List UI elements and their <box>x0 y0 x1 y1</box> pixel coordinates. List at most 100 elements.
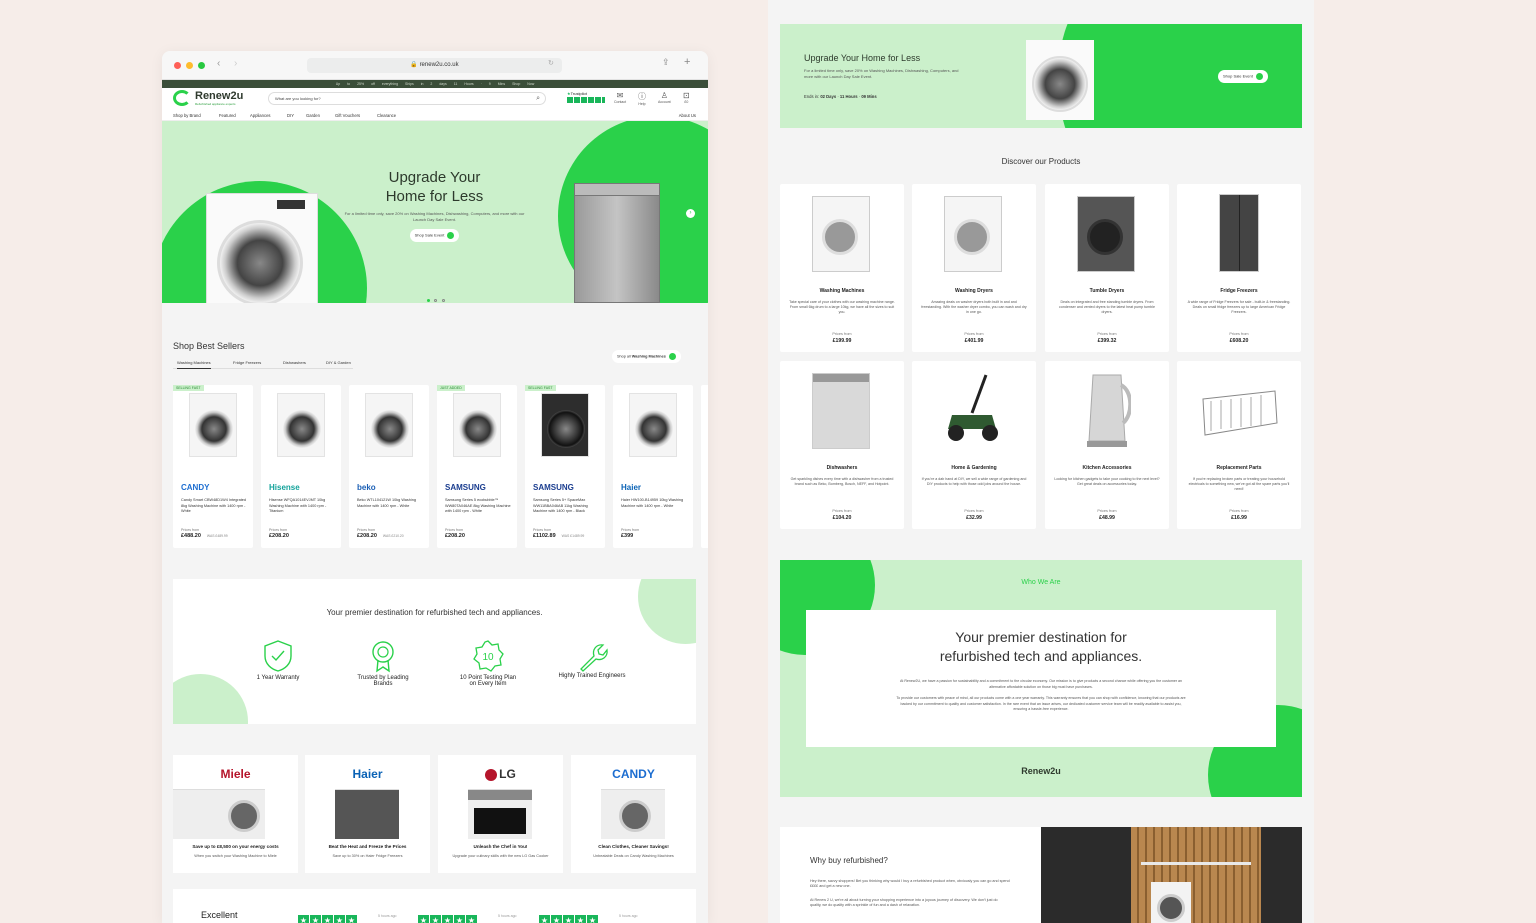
forward-icon[interactable]: › <box>234 58 237 69</box>
product-brand: Haier <box>621 483 642 492</box>
countdown-hours: 11 Hours <box>839 94 858 99</box>
product-card[interactable]: JUST ADDED SAMSUNG Samsung Series 5 ecobub… <box>437 385 517 548</box>
tab-diy-garden[interactable]: DIY & Garden <box>326 360 351 365</box>
carousel-dot[interactable] <box>434 299 438 302</box>
category-price-label: Prices from <box>964 332 984 336</box>
hero-text-block: Upgrade Your Home for Less For a limited… <box>342 168 527 242</box>
dish-rack-image <box>1202 390 1278 436</box>
category-card[interactable]: Home & Gardening If you're a dab hand at … <box>912 361 1036 529</box>
who-logo: Renew2u <box>1021 766 1061 776</box>
product-title[interactable]: Hisense WFQA1014EVJMT 10kg Washing Machi… <box>269 498 335 515</box>
minimize-window-button[interactable] <box>186 62 193 69</box>
contact-link[interactable]: ✉ Contact <box>614 91 626 104</box>
star-icon: ★ <box>587 915 598 923</box>
star-icon: ★ <box>466 915 477 923</box>
reload-icon[interactable]: ↻ <box>548 59 554 67</box>
category-card[interactable]: Replacement Parts If you're replacing bro… <box>1177 361 1301 529</box>
brand-promo-card[interactable]: Haier Beat the Heat and Freeze the Prices… <box>305 755 430 873</box>
category-description: A wide range of Fridge Freezers for sale… <box>1187 300 1291 315</box>
search-icon[interactable]: ⌕ <box>536 93 540 104</box>
product-card[interactable]: Haier Haier HW100-B14959 10kg Washing Mac… <box>613 385 693 548</box>
product-price: £208.20 <box>445 533 465 539</box>
product-was-price: WAS £210.20 <box>382 534 404 538</box>
logo-text[interactable]: Renew2u <box>195 90 243 102</box>
share-icon[interactable]: ⇪ <box>662 57 670 68</box>
logo-icon[interactable] <box>173 90 191 106</box>
help-link[interactable]: ⓘ Help <box>638 91 646 106</box>
product-price-label: Prices from <box>621 528 640 532</box>
product-title[interactable]: Samsung Series 5 ecobubble™ WW80TA046AE … <box>445 498 511 515</box>
star-icon: ★ <box>539 915 550 923</box>
product-card[interactable]: SELLING FAST SAMSUNG Samsung Series 5+ Spa… <box>525 385 605 548</box>
nav-about-us[interactable]: About Us <box>679 113 696 118</box>
promo-cta-button[interactable]: Shop Sale Event <box>1218 70 1268 83</box>
tab-dishwashers[interactable]: Dishwashers <box>283 360 306 365</box>
carousel-dot[interactable] <box>441 299 445 302</box>
new-tab-icon[interactable]: + <box>684 56 690 68</box>
announcement-timer: 11 Hours · 9 Mins <box>453 82 506 86</box>
close-window-button[interactable] <box>174 62 181 69</box>
basket-link[interactable]: ⊡ £0 <box>683 91 690 104</box>
product-card[interactable]: SELLING FAST CANDY Candy Smart CBW48D1W4 I… <box>173 385 253 548</box>
who-card: Your premier destination for refurbished… <box>806 610 1276 747</box>
back-icon[interactable]: ‹ <box>217 58 220 69</box>
product-card[interactable]: Hisense Hisense WFQA1014EVJMT 10kg Washin… <box>261 385 341 548</box>
category-description: Take special care of your clothes with o… <box>789 300 895 315</box>
review-stars-1: ★ ★ ★ ★ ★ <box>298 910 358 923</box>
tab-fridge-freezers[interactable]: Fridge Freezers <box>233 360 261 365</box>
hero-cta-button[interactable]: Shop Sale Event <box>409 229 460 242</box>
brand-name: CANDY <box>612 767 655 781</box>
brand-promo-card[interactable]: LG Unleash the Chef in You! Upgrade your c… <box>438 755 563 873</box>
tab-washing-machines[interactable]: Washing Machines <box>177 360 211 369</box>
brand-promo-title: Unleash the Chef in You! <box>473 844 528 849</box>
category-card[interactable]: Washing Machines Take special care of you… <box>780 184 904 352</box>
basket-icon: ⊡ <box>683 91 690 100</box>
announcement-info: Ships in 2 days <box>405 82 447 86</box>
lawnmower-image <box>948 374 998 441</box>
nav-diy[interactable]: DIY <box>287 113 294 118</box>
shield-check-icon <box>264 640 292 672</box>
category-card[interactable]: Washing Dryers Amazing deals on washer dr… <box>912 184 1036 352</box>
product-image <box>541 393 589 457</box>
category-card[interactable]: Tumble Dryers Deals on integrated and fre… <box>1045 184 1169 352</box>
category-price: £104.20 <box>832 515 852 521</box>
address-bar[interactable]: 🔒 renew2u.co.uk <box>307 58 562 73</box>
trustpilot-widget[interactable]: ★Trustpilot <box>567 91 605 103</box>
nav-garden[interactable]: Garden <box>306 113 320 118</box>
product-title[interactable]: Beko WTL104121W 10kg Washing Machine wit… <box>357 498 423 509</box>
category-card[interactable]: Dishwashers Get sparkling dishes every ti… <box>780 361 904 529</box>
product-card[interactable]: beko Beko WTL104121W 10kg Washing Machine… <box>349 385 429 548</box>
brand-promo-card[interactable]: CANDY Clean Clothes, Cleaner Savings! Unbe… <box>571 755 696 873</box>
product-card-partial[interactable] <box>701 385 708 548</box>
countdown-label: Ends in: <box>804 94 820 99</box>
category-price: £399.32 <box>1097 338 1117 344</box>
nav-shop-by-brand[interactable]: Shop by Brand <box>173 113 201 118</box>
category-card[interactable]: Fridge Freezers A wide range of Fridge Fr… <box>1177 184 1301 352</box>
carousel-dot-active[interactable] <box>427 299 430 302</box>
nav-appliances[interactable]: Appliances <box>250 113 271 118</box>
shelf <box>1141 862 1251 865</box>
category-product-image <box>1077 196 1135 272</box>
account-link[interactable]: ♙ Account <box>658 91 671 104</box>
nav-gift-vouchers[interactable]: Gift Vouchers <box>335 113 360 118</box>
product-price-value: £208.20 <box>269 533 289 539</box>
product-title[interactable]: Haier HW100-B14959 10kg Washing Machine … <box>621 498 687 509</box>
shop-all-button[interactable]: Shop all Washing Machines <box>612 350 681 363</box>
category-card[interactable]: Kitchen Accessories Looking for kitchen g… <box>1045 361 1169 529</box>
category-name: Washing Machines <box>819 288 865 294</box>
best-sellers-title: Shop Best Sellers <box>173 341 245 351</box>
announcement-cta[interactable]: Shop Now <box>512 82 534 86</box>
why-paragraph-2: At Renew 2 U, we're all about turning yo… <box>810 898 998 908</box>
nav-featured[interactable]: Featured <box>219 113 236 118</box>
category-price: £401.99 <box>964 338 984 344</box>
search-input[interactable]: What are you looking for? ⌕ <box>268 92 546 105</box>
brand-promo-card[interactable]: Miele Save up to £8,500 on your energy co… <box>173 755 298 873</box>
product-title[interactable]: Candy Smart CBW48D1W4 Integrated 8kg Was… <box>181 498 247 515</box>
product-title[interactable]: Samsung Series 5+ SpaceMax WW11BBA046AB … <box>533 498 599 515</box>
nav-clearance[interactable]: Clearance <box>377 113 396 118</box>
maximize-window-button[interactable] <box>198 62 205 69</box>
product-badge: JUST ADDED <box>437 385 465 391</box>
trustpilot-label: Trustpilot <box>570 91 587 96</box>
who-paragraph-2: To provide our customers with peace of m… <box>896 696 1186 711</box>
carousel-next-button[interactable]: › <box>686 209 695 218</box>
